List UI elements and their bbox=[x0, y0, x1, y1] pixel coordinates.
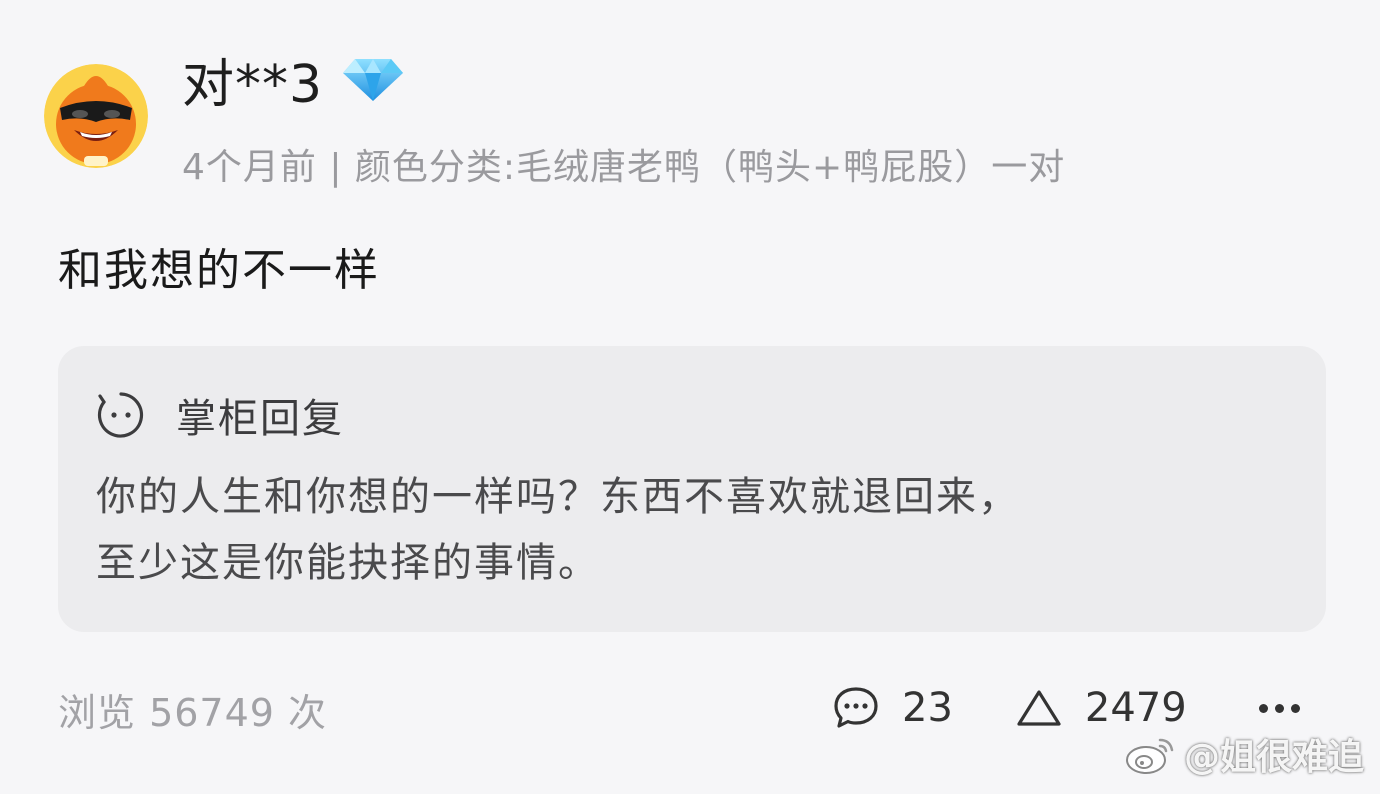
like-button[interactable]: 2479 bbox=[1015, 685, 1187, 731]
shop-face-icon bbox=[97, 392, 144, 438]
diamond-icon bbox=[343, 59, 404, 101]
shop-reply-line: 你的人生和你想的一样吗？东西不喜欢就退回来， bbox=[96, 474, 1020, 520]
more-dots-icon[interactable] bbox=[1258, 703, 1300, 713]
review-text: 和我想的不一样 bbox=[58, 245, 380, 296]
shop-reply-header: 掌柜回复 bbox=[96, 386, 344, 444]
comment-button[interactable]: 23 bbox=[832, 685, 953, 731]
triangle-up-icon bbox=[1017, 690, 1061, 726]
dot bbox=[1258, 703, 1268, 713]
shop-reply-card: 掌柜回复 你的人生和你想的一样吗？东西不喜欢就退回来， 至少这是你能抉择的事情。 bbox=[58, 346, 1326, 632]
watermark: @姐很难追 bbox=[1124, 728, 1364, 780]
comment-bubble-icon bbox=[834, 687, 878, 728]
like-count: 2479 bbox=[1084, 685, 1187, 731]
avatar[interactable] bbox=[44, 64, 148, 168]
cartoon-duck-avatar-icon bbox=[44, 64, 148, 168]
shop-reply-body: 你的人生和你想的一样吗？东西不喜欢就退回来， 至少这是你能抉择的事情。 bbox=[96, 464, 1286, 596]
username[interactable]: 对**3 bbox=[182, 42, 323, 117]
dot bbox=[1274, 703, 1284, 713]
comment-count: 23 bbox=[902, 685, 953, 731]
shop-reply-title: 掌柜回复 bbox=[176, 396, 344, 442]
weibo-logo-icon bbox=[1125, 738, 1174, 774]
dot bbox=[1290, 703, 1300, 713]
username-row: 对**3 bbox=[182, 42, 405, 117]
review-meta: 4个月前 | 颜色分类:毛绒唐老鸭（鸭头+鸭屁股）一对 bbox=[182, 147, 1066, 188]
shop-reply-line: 至少这是你能抉择的事情。 bbox=[96, 540, 600, 586]
watermark-text: @姐很难追 bbox=[1183, 737, 1364, 778]
view-count: 浏览 56749 次 bbox=[58, 691, 328, 735]
